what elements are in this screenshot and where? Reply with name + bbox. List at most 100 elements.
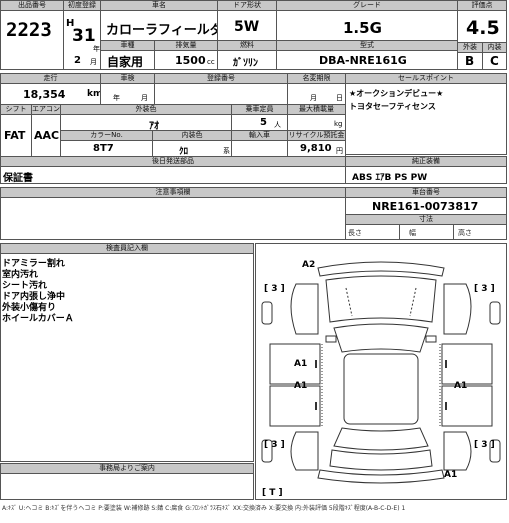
rear-bumper-shape: [317, 469, 445, 484]
inspector-line-6: ホイールカバーＡ: [2, 314, 74, 324]
legend-footer: A:ｷｽﾞ U:ヘコミ B:ｷｽﾞを伴うヘコミ P:要塗装 W:補修跡 S:錆 …: [2, 505, 406, 512]
mark-rear-right-tire: [ 3 ]: [474, 440, 495, 450]
ext-box: B: [457, 52, 483, 70]
left-rear-quarter-shape: [290, 431, 319, 471]
vehicle-type-box: 自家用: [100, 50, 155, 70]
vehicle-type: 自家用: [107, 55, 144, 69]
mark-tail: [ T ]: [262, 488, 283, 498]
inspector-box: ドアミラー割れ 室内汚れ シート汚れ ドア内張し浄中 外装小傷有り ホイールカバ…: [0, 253, 254, 462]
displacement-unit: cc: [207, 58, 215, 66]
selling-points-box: ★オークションデビュー★ トヨタセーフティセンス: [345, 83, 507, 155]
first-reg-year: 31: [72, 26, 96, 46]
max-load-unit: kg: [334, 120, 343, 128]
rear-window-shape: [333, 427, 429, 451]
name-change-day-unit: 日: [336, 94, 343, 102]
doors-box: 5W: [217, 10, 277, 41]
accessories-box: 保証書: [0, 166, 346, 184]
first-reg-month: 2: [74, 55, 81, 66]
left-rear-door-shape: [269, 385, 321, 427]
model-box: DBA-NRE161G: [276, 50, 458, 70]
interior-color-box: ｸﾛ 系: [152, 140, 232, 157]
score-box: 4.5: [457, 10, 507, 43]
tailgate-shape: [329, 449, 433, 471]
equipment-value: ABS ｴｱB PS PW: [352, 173, 428, 183]
height-label: 高さ: [458, 229, 472, 237]
import-box: [231, 140, 288, 157]
interior-suffix: 系: [223, 147, 230, 155]
hood-shape: [325, 275, 437, 323]
exterior-color-value: ｱｵ: [149, 121, 159, 131]
year-unit: 年: [93, 45, 100, 53]
shaken-box: 年 月: [100, 83, 155, 105]
windshield-shape: [333, 323, 429, 353]
month-unit: 月: [90, 58, 97, 66]
right-front-door-shape: [441, 343, 493, 385]
shift-box: FAT: [0, 114, 32, 157]
name-change-month-unit: 月: [310, 94, 317, 102]
front-bumper-shape: [317, 261, 445, 277]
displacement-box: 1500 cc: [154, 50, 218, 70]
mark-rear-left-tire: [ 3 ]: [264, 440, 285, 450]
capacity-box: 5 人: [231, 114, 288, 131]
car-name: カローラフィールダー: [106, 23, 217, 38]
ext-value: B: [465, 54, 475, 68]
displacement-value: 1500: [175, 54, 206, 67]
lot-box: 2223: [0, 10, 64, 70]
grade-value: 1.5G: [343, 19, 382, 37]
mark-right-rear-door: A1: [454, 381, 468, 391]
int-box: C: [482, 52, 507, 70]
shift-value: FAT: [4, 129, 26, 142]
damage-diagram: A2 [ 3 ] [ 3 ] A1 A1 A1 [ 3 ] [ 3 ] A1 […: [255, 243, 507, 500]
car-outline-svg: [261, 261, 501, 484]
width-box: 幅: [399, 224, 454, 240]
car-name-box: カローラフィールダー: [100, 10, 218, 41]
mileage-unit: km: [87, 89, 101, 99]
capacity-value: 5: [260, 117, 267, 128]
color-no-value: 8T7: [93, 143, 114, 154]
right-mirror-shape: [425, 335, 437, 343]
mark-left-front-door: A1: [294, 359, 308, 369]
auction-sheet: 出品番号 初度登録 車名 ドア形状 グレード 評価点 2223 H 31 年 2…: [0, 0, 509, 523]
mark-front-bumper: A2: [302, 260, 316, 270]
roof-shape: [343, 353, 419, 425]
int-value: C: [490, 54, 499, 68]
capacity-unit: 人: [274, 121, 281, 129]
shaken-month-unit: 月: [141, 94, 148, 102]
model-value: DBA-NRE161G: [319, 54, 407, 67]
front-left-wheel-shape: [261, 301, 273, 325]
recycle-value: 9,810: [300, 143, 332, 154]
notes-box: [0, 197, 346, 240]
first-reg-box: H 31 年 2 月: [63, 10, 101, 70]
name-change-box: 月 日: [287, 83, 346, 105]
color-no-box: 8T7: [60, 140, 153, 157]
left-front-fender-shape: [290, 283, 319, 335]
recycle-unit: 円: [336, 147, 343, 155]
mileage-box: 18,354 km: [0, 83, 101, 105]
mileage-value: 18,354: [23, 88, 66, 101]
height-box: 高さ: [453, 224, 507, 240]
ac-box: AAC: [31, 114, 61, 157]
ac-value: AAC: [34, 129, 60, 142]
grade-box: 1.5G: [276, 10, 458, 41]
reg-no-box: [154, 83, 288, 105]
shaken-year-unit: 年: [113, 94, 120, 102]
equipment-box: ABS ｴｱB PS PW: [345, 166, 507, 184]
score-value: 4.5: [466, 17, 500, 39]
mark-front-right-tire: [ 3 ]: [474, 284, 495, 294]
right-front-fender-shape: [443, 283, 472, 335]
front-right-wheel-shape: [489, 301, 501, 325]
width-label: 幅: [409, 229, 416, 237]
exterior-color-box: ｱｵ: [60, 114, 232, 131]
office-box: [0, 473, 254, 500]
chassis-box: NRE161-0073817: [345, 197, 507, 215]
length-label: 長さ: [348, 229, 362, 237]
mark-front-left-tire: [ 3 ]: [264, 284, 285, 294]
recycle-box: 9,810 円: [287, 140, 346, 157]
mark-left-rear-door: A1: [294, 381, 308, 391]
length-box: 長さ: [345, 224, 400, 240]
chassis-value: NRE161-0073817: [372, 200, 479, 213]
fuel-box: ｶﾞｿﾘﾝ: [217, 50, 277, 70]
lot-number: 2223: [6, 19, 52, 41]
selling-point-1: ★オークションデビュー★: [349, 89, 444, 98]
mark-rear-bumper: A1: [444, 470, 458, 480]
